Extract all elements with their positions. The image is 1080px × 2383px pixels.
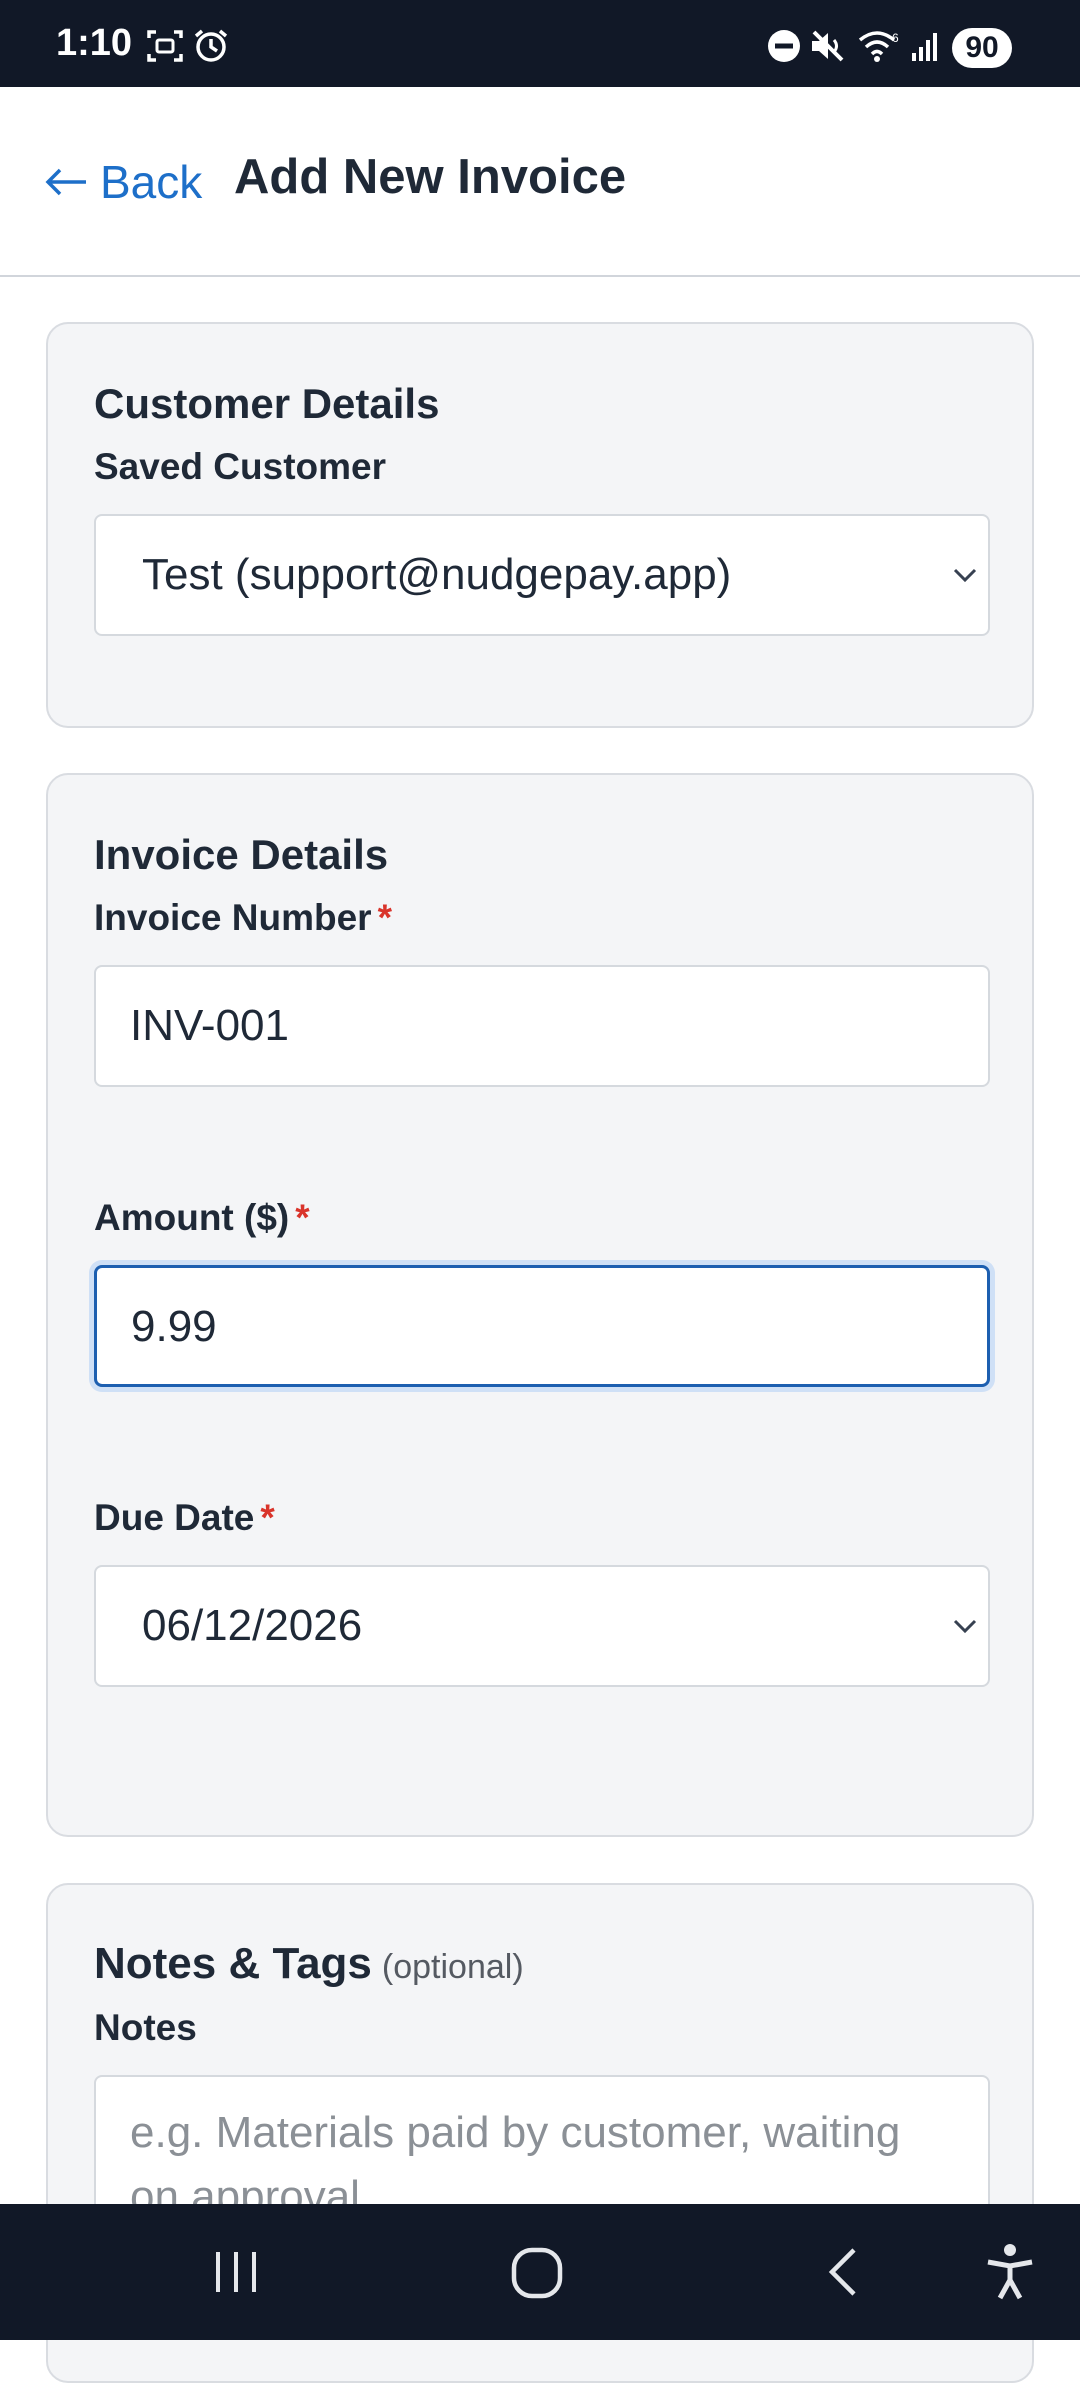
wifi-icon: 6 [858,28,899,64]
customer-details-card: Customer Details Saved Customer Test (su… [46,322,1034,728]
battery-indicator: 90 [952,28,1012,68]
customer-details-title: Customer Details [94,380,440,427]
screenshot-icon [146,28,186,64]
amount-input[interactable]: 9.99 [94,1265,990,1387]
amount-value: 9.99 [131,1302,217,1351]
required-marker: * [377,897,392,938]
invoice-number-input[interactable]: INV-001 [94,965,990,1087]
required-marker: * [260,1497,275,1538]
due-date-value: 06/12/2026 [142,1601,363,1650]
page-title: Add New Invoice [234,150,627,204]
notes-tags-title: Notes & Tags (optional) [94,1939,524,1989]
recents-icon[interactable] [208,2244,264,2300]
status-time: 1:10 [56,22,133,64]
invoice-details-title: Invoice Details [94,831,389,878]
notes-label: Notes [94,2007,197,2048]
back-icon[interactable] [818,2244,868,2300]
dnd-icon [766,28,806,64]
invoice-number-label-text: Invoice Number [94,897,372,938]
invoice-number-label: Invoice Number * [94,897,392,939]
svg-text:6: 6 [892,31,899,45]
accessibility-icon[interactable] [982,2242,1038,2302]
due-date-picker[interactable]: 06/12/2026 [94,1565,990,1687]
alarm-icon [192,28,232,64]
invoice-number-value: INV-001 [130,1001,289,1050]
status-bar: 1:10 6 90 [0,0,1080,87]
back-label: Back [100,156,203,208]
chevron-down-icon [953,568,977,583]
mute-icon [808,28,848,64]
chevron-down-icon [953,1619,977,1634]
optional-label: (optional) [381,1948,524,1986]
due-date-label: Due Date * [94,1497,275,1539]
arrow-left-icon [45,168,86,196]
back-button[interactable]: Back [44,155,202,209]
saved-customer-value: Test (support@nudgepay.app) [142,550,732,599]
home-icon[interactable] [508,2244,568,2304]
saved-customer-label: Saved Customer [94,446,386,487]
due-date-label-text: Due Date [94,1497,255,1538]
amount-label: Amount ($) * [94,1197,310,1239]
invoice-details-card: Invoice Details Invoice Number * INV-001 … [46,773,1034,1837]
system-nav-bar [0,2204,1080,2340]
saved-customer-select[interactable]: Test (support@nudgepay.app) [94,514,990,636]
page-header: Back Add New Invoice [0,87,1080,277]
signal-icon [908,28,948,64]
required-marker: * [295,1197,310,1238]
amount-label-text: Amount ($) [94,1197,290,1238]
notes-tags-title-text: Notes & Tags [94,1939,372,1988]
